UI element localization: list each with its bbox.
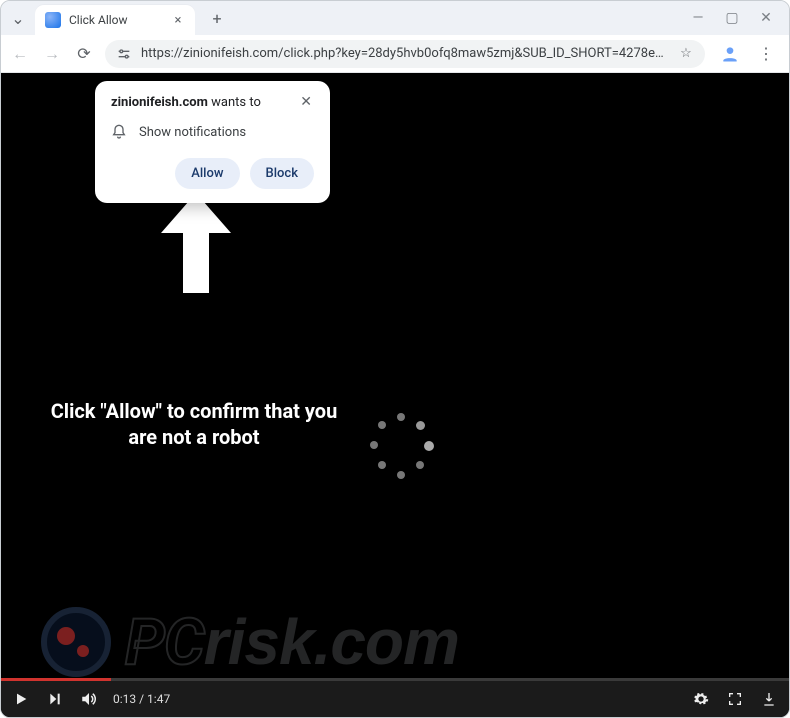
download-button[interactable] <box>759 689 779 709</box>
spinner-dot <box>370 441 378 449</box>
spinner-dot <box>378 421 386 429</box>
tab-favicon <box>45 12 61 28</box>
toolbar: ← → ⟳ https://zinionifeish.com/click.php… <box>1 35 789 73</box>
notification-permission-dialog: zinionifeish.com wants to ✕ Show notific… <box>95 81 330 203</box>
maximize-icon: ▢ <box>725 10 738 26</box>
dialog-site-name: zinionifeish.com <box>111 95 208 110</box>
menu-button[interactable]: ⋮ <box>755 43 777 65</box>
close-icon: ✕ <box>300 94 312 110</box>
play-icon <box>13 691 29 707</box>
avatar-icon <box>720 44 740 64</box>
download-icon <box>761 691 777 707</box>
bell-icon <box>111 124 127 140</box>
next-button[interactable] <box>45 689 65 709</box>
gear-icon <box>693 691 709 707</box>
spinner-dot <box>424 441 434 451</box>
arrow-up-icon <box>161 193 231 293</box>
settings-button[interactable] <box>691 689 711 709</box>
fullscreen-button[interactable] <box>725 689 745 709</box>
browser-tab[interactable]: Click Allow × <box>35 5 195 35</box>
instruction-text: Click "Allow" to confirm that you are no… <box>49 398 339 450</box>
watermark-logo-icon <box>41 607 111 677</box>
dialog-header: zinionifeish.com wants to ✕ <box>111 95 314 110</box>
next-icon <box>47 691 63 707</box>
fullscreen-icon <box>727 691 743 707</box>
window-minimize-button[interactable]: — <box>689 9 707 27</box>
spinner-dot <box>397 413 405 421</box>
reload-button[interactable]: ⟳ <box>73 43 95 65</box>
kebab-icon: ⋮ <box>758 44 774 63</box>
tab-close-button[interactable]: × <box>171 13 185 27</box>
arrow-right-icon: → <box>44 44 60 64</box>
profile-button[interactable] <box>719 43 741 65</box>
minimize-icon: — <box>693 10 704 26</box>
address-bar[interactable]: https://zinionifeish.com/click.php?key=2… <box>105 40 705 68</box>
star-icon: ☆ <box>680 46 692 61</box>
tab-strip: ⌄ Click Allow × + — ▢ ✕ <box>1 1 789 35</box>
window-maximize-button[interactable]: ▢ <box>723 9 741 27</box>
spinner-dot <box>397 471 405 479</box>
window-close-button[interactable]: ✕ <box>757 9 775 27</box>
tab-search-button[interactable]: ⌄ <box>7 7 29 29</box>
dialog-permission-row: Show notifications <box>111 124 314 140</box>
spinner-dot <box>416 461 424 469</box>
spinner-dot <box>416 421 425 430</box>
reload-icon: ⟳ <box>77 44 90 63</box>
play-button[interactable] <box>11 689 31 709</box>
tab-title: Click Allow <box>69 13 163 27</box>
dialog-permission-label: Show notifications <box>139 125 246 140</box>
volume-button[interactable] <box>79 689 99 709</box>
pointer-arrow <box>161 193 231 293</box>
dialog-actions: Allow Block <box>111 158 314 189</box>
watermark-text: PCrisk.com <box>125 610 459 675</box>
arrow-left-icon: ← <box>12 44 28 64</box>
allow-button[interactable]: Allow <box>175 158 239 189</box>
spinner-dot <box>378 461 386 469</box>
url-text: https://zinionifeish.com/click.php?key=2… <box>141 46 669 61</box>
loading-spinner <box>366 413 436 483</box>
close-icon: ✕ <box>760 10 772 26</box>
dialog-wants-to: wants to <box>208 95 261 110</box>
close-icon: × <box>175 13 182 28</box>
toolbar-right: ⋮ <box>715 43 781 65</box>
bookmark-button[interactable]: ☆ <box>677 46 695 61</box>
window-controls: — ▢ ✕ <box>689 9 783 27</box>
forward-button[interactable]: → <box>41 43 63 65</box>
chevron-down-icon: ⌄ <box>11 9 24 28</box>
block-button[interactable]: Block <box>250 158 314 189</box>
volume-icon <box>80 690 98 708</box>
plus-icon: + <box>212 9 221 28</box>
new-tab-button[interactable]: + <box>205 6 229 30</box>
video-controls: 0:13 / 1:47 <box>1 681 789 717</box>
time-display: 0:13 / 1:47 <box>113 692 170 706</box>
dialog-origin: zinionifeish.com wants to <box>111 95 261 110</box>
back-button[interactable]: ← <box>9 43 31 65</box>
watermark: PCrisk.com <box>41 607 459 677</box>
browser-window: ⌄ Click Allow × + — ▢ ✕ ← → ⟳ https://zi… <box>0 0 790 718</box>
site-info-button[interactable] <box>115 46 133 62</box>
tune-icon <box>116 46 132 62</box>
dialog-close-button[interactable]: ✕ <box>298 95 314 109</box>
page-viewport: Click "Allow" to confirm that you are no… <box>1 73 789 717</box>
